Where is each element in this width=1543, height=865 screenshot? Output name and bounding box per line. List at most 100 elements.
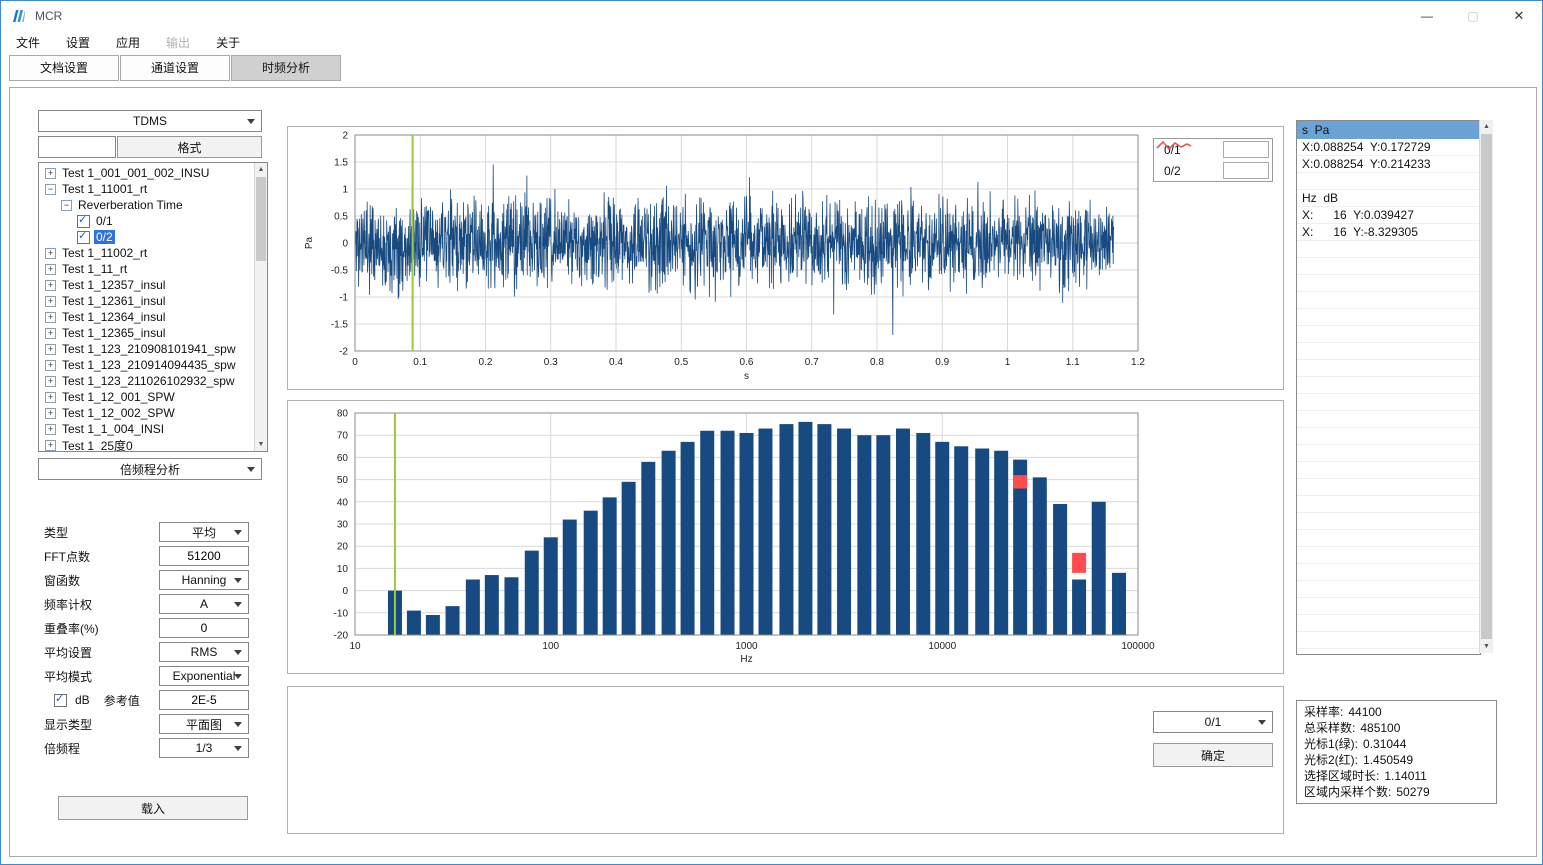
tree-item[interactable]: +Test 1_11_rt xyxy=(39,261,254,277)
measurement-scrollbar[interactable]: ▲ ▼ xyxy=(1479,120,1493,653)
svg-text:10: 10 xyxy=(337,564,349,575)
overview-channel-select[interactable]: 0/1 xyxy=(1153,711,1273,733)
tree-expander-icon[interactable]: + xyxy=(45,392,56,403)
tree-expander-icon[interactable]: − xyxy=(45,184,56,195)
checkbox[interactable]: ✓ xyxy=(77,215,90,228)
tree-expander-icon[interactable]: + xyxy=(45,440,56,451)
octave-spectrum-chart[interactable]: 80706050403020100-10-2010100100010000100… xyxy=(287,400,1284,674)
filter-input[interactable] xyxy=(38,136,116,158)
tree-item[interactable]: +Test 1_11002_rt xyxy=(39,245,254,261)
measurement-header[interactable]: s Pa xyxy=(1297,121,1480,139)
tree-item[interactable]: −Test 1_11001_rt xyxy=(39,181,254,197)
tree-item-label: Test 1_001_001_002_INSU xyxy=(60,166,211,180)
load-button[interactable]: 载入 xyxy=(58,796,248,820)
db-reference-input[interactable] xyxy=(159,690,249,710)
tree-item[interactable]: +Test 1_25度0 xyxy=(39,437,254,451)
tree-item[interactable]: +Test 1_123_211026102932_spw xyxy=(39,373,254,389)
tree-item[interactable]: +Test 1_12364_insul xyxy=(39,309,254,325)
minimize-button[interactable]: — xyxy=(1404,1,1450,31)
tree-expander-icon[interactable]: + xyxy=(45,312,56,323)
chevron-down-icon xyxy=(247,467,255,472)
form-row-db-reference: ✓dB参考值 xyxy=(44,688,266,712)
stats-value: 50279 xyxy=(1396,784,1429,800)
format-button[interactable]: 格式 xyxy=(117,136,262,158)
measurement-row[interactable]: Hz dB xyxy=(1297,190,1480,207)
menu-item-file[interactable]: 文件 xyxy=(3,31,53,55)
tree-item[interactable]: + Test 1_123_210908101941_spw xyxy=(39,341,254,357)
average-mode-select[interactable]: Exponential xyxy=(159,666,249,686)
time-waveform-chart[interactable]: 21.510.50-0.5-1-1.5-200.10.20.30.40.50.6… xyxy=(287,126,1284,390)
tree-expander-icon[interactable]: + xyxy=(45,296,56,307)
stats-label: 采样率: xyxy=(1304,704,1343,720)
confirm-button[interactable]: 确定 xyxy=(1153,743,1273,767)
tree-item[interactable]: +Test 1_12357_insul xyxy=(39,277,254,293)
file-format-select[interactable]: TDMS xyxy=(38,110,262,132)
tree-expander-icon[interactable]: − xyxy=(61,200,72,211)
tree-item[interactable]: +Test 1_1_004_INSI xyxy=(39,421,254,437)
menu-item-settings[interactable]: 设置 xyxy=(53,31,103,55)
tab-channel-settings[interactable]: 通道设置 xyxy=(120,55,230,81)
tree-item[interactable]: +Test 1_12365_insul xyxy=(39,325,254,341)
scroll-down-icon[interactable]: ▼ xyxy=(255,438,267,451)
tree-expander-icon[interactable]: + xyxy=(45,408,56,419)
scroll-up-icon[interactable]: ▲ xyxy=(1480,120,1493,133)
window-function-select[interactable]: Hanning xyxy=(159,570,249,590)
measurement-row[interactable]: X:0.088254 Y:0.214233 xyxy=(1297,156,1480,173)
maximize-button[interactable]: ▢ xyxy=(1450,1,1496,31)
measurement-row[interactable] xyxy=(1297,173,1480,190)
tree-item[interactable]: + Test 1_001_001_002_INSU xyxy=(39,165,254,181)
tree-scrollbar-thumb[interactable] xyxy=(256,177,266,261)
svg-text:1.2: 1.2 xyxy=(1131,357,1145,368)
stats-row: 光标1(绿):0.31044 xyxy=(1304,736,1496,752)
fft-points-input[interactable] xyxy=(159,546,249,566)
tree-expander-icon[interactable]: + xyxy=(45,344,56,355)
scroll-down-icon[interactable]: ▼ xyxy=(1480,640,1493,653)
measurement-row[interactable]: X: 16 Y:-8.329305 xyxy=(1297,224,1480,241)
tree-expander-icon[interactable]: + xyxy=(45,264,56,275)
measurement-row[interactable]: X:0.088254 Y:0.172729 xyxy=(1297,139,1480,156)
tree-item[interactable]: +Test 1_12_001_SPW xyxy=(39,389,254,405)
frequency-weighting-select[interactable]: A xyxy=(159,594,249,614)
measurement-row-empty xyxy=(1297,632,1480,649)
tab-time-frequency-analysis[interactable]: 时频分析 xyxy=(231,55,341,81)
tree-scrollbar[interactable]: ▲ ▼ xyxy=(254,163,267,451)
menu-item-output[interactable]: 输出 xyxy=(153,31,203,55)
tree-item-label: Test 1_12361_insul xyxy=(60,294,167,308)
legend-item[interactable]: 0/2 xyxy=(1154,160,1272,181)
analysis-form: 类型平均FFT点数窗函数Hanning频率计权A重叠率(%)平均设置RMS平均模… xyxy=(44,520,266,760)
overview-waveform-chart[interactable]: 0/1 确定 xyxy=(287,686,1284,834)
tree-item[interactable]: + Test 1_12361_insul xyxy=(39,293,254,309)
measurement-row[interactable]: X: 16 Y:0.039427 xyxy=(1297,207,1480,224)
tree-item-label: Test 1_123_210914094435_spw xyxy=(60,358,237,372)
tree-item[interactable]: ✓0/2 xyxy=(39,229,254,245)
tree-expander-icon[interactable]: + xyxy=(45,280,56,291)
type-select[interactable]: 平均 xyxy=(159,522,249,542)
tree-expander-icon[interactable]: + xyxy=(45,248,56,259)
display-type-select[interactable]: 平面图 xyxy=(159,714,249,734)
tree-item[interactable]: −Reverberation Time xyxy=(39,197,254,213)
tree-expander-icon[interactable]: + xyxy=(45,360,56,371)
tree-item[interactable]: ✓0/1 xyxy=(39,213,254,229)
measurement-list: s Pa X:0.088254 Y:0.172729X:0.088254 Y:0… xyxy=(1296,120,1481,655)
tree-item[interactable]: + Test 1_123_210914094435_spw xyxy=(39,357,254,373)
measurement-row-empty xyxy=(1297,598,1480,615)
average-setting-select[interactable]: RMS xyxy=(159,642,249,662)
menu-item-apply[interactable]: 应用 xyxy=(103,31,153,55)
menu-item-about[interactable]: 关于 xyxy=(203,31,253,55)
tree-expander-icon[interactable]: + xyxy=(45,424,56,435)
checkbox[interactable]: ✓ xyxy=(77,231,90,244)
tree-item-label: Test 1_123_210908101941_spw xyxy=(60,342,237,356)
octave-select[interactable]: 1/3 xyxy=(159,738,249,758)
close-button[interactable]: ✕ xyxy=(1496,1,1542,31)
overlap-input[interactable] xyxy=(159,618,249,638)
scroll-up-icon[interactable]: ▲ xyxy=(255,163,267,176)
chevron-down-icon xyxy=(234,578,242,583)
db-reference-checkbox[interactable]: ✓ xyxy=(54,694,67,707)
tree-expander-icon[interactable]: + xyxy=(45,376,56,387)
tab-document-settings[interactable]: 文档设置 xyxy=(9,55,119,81)
analysis-type-select[interactable]: 倍频程分析 xyxy=(38,458,262,480)
tree-expander-icon[interactable]: + xyxy=(45,168,56,179)
tree-item[interactable]: +Test 1_12_002_SPW xyxy=(39,405,254,421)
measurement-scrollbar-thumb[interactable] xyxy=(1481,134,1492,639)
tree-expander-icon[interactable]: + xyxy=(45,328,56,339)
